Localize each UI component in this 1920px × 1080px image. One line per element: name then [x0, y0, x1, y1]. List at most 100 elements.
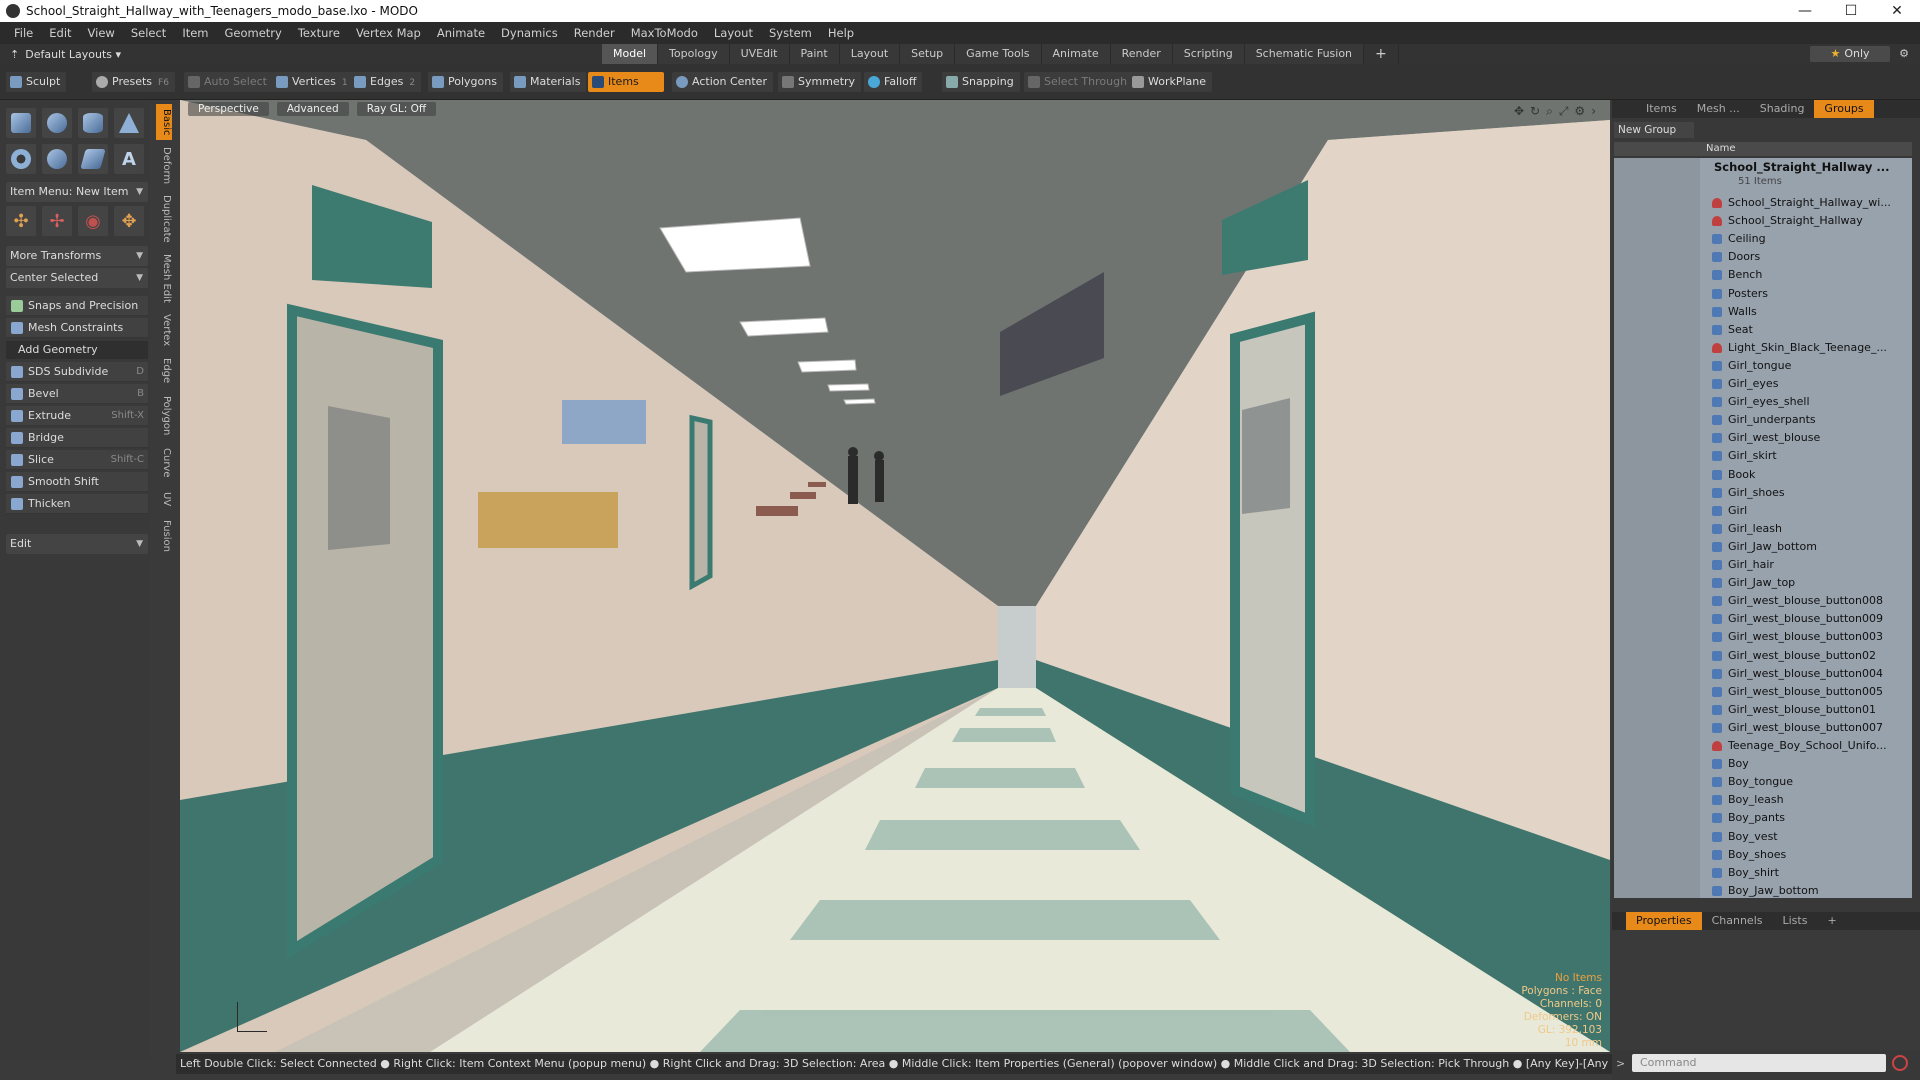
tree-item[interactable]: Ceiling — [1700, 230, 1912, 248]
tree-item[interactable]: Girl_eyes — [1700, 375, 1912, 393]
tree-item[interactable]: Girl_west_blouse_button01 — [1700, 701, 1912, 719]
tree-item[interactable]: Girl_west_blouse_button02 — [1700, 647, 1912, 665]
sidetab-edge[interactable]: Edge — [156, 354, 172, 388]
tree-item[interactable]: Boy_leash — [1700, 791, 1912, 809]
default-layouts-dropdown[interactable]: ⇡ Default Layouts ▾ — [10, 48, 150, 61]
tree-item[interactable]: Posters — [1700, 285, 1912, 303]
tree-item[interactable]: Walls — [1700, 303, 1912, 321]
auto-select-button[interactable]: Auto Select — [184, 72, 273, 92]
menu-select[interactable]: Select — [123, 26, 174, 40]
tab-animate[interactable]: Animate — [1041, 44, 1111, 64]
tree-item[interactable]: Girl_west_blouse_button007 — [1700, 719, 1912, 737]
sidetab-uv[interactable]: UV — [156, 486, 172, 512]
tree-item[interactable]: School_Straight_Hallway_wi... — [1700, 194, 1912, 212]
menu-item[interactable]: Item — [174, 26, 216, 40]
viewport-gear-icon[interactable]: ⚙ — [1574, 104, 1585, 119]
edges-button[interactable]: Edges 2 — [350, 72, 422, 92]
tree-item[interactable]: Girl_west_blouse_button008 — [1700, 592, 1912, 610]
tree-item[interactable]: School_Straight_Hallway — [1700, 212, 1912, 230]
tab-layout[interactable]: Layout — [839, 44, 901, 64]
add-tab-button[interactable]: + — [1364, 44, 1399, 64]
vertices-button[interactable]: Vertices 1 — [272, 72, 354, 92]
tree-root-group[interactable]: School_Straight_Hallway ... — [1700, 160, 1912, 174]
sds-subdivide-button[interactable]: SDS Subdivide D — [6, 362, 148, 382]
sidetab-deform[interactable]: Deform — [156, 144, 172, 188]
minimize-button[interactable]: — — [1782, 0, 1828, 22]
name-column-header[interactable]: Name — [1706, 142, 1736, 156]
item-menu-dropdown[interactable]: Item Menu: New Item ▼ — [6, 182, 148, 202]
tree-item[interactable]: Girl_west_blouse_button003 — [1700, 628, 1912, 646]
tree-item[interactable]: Girl_hair — [1700, 556, 1912, 574]
slice-button[interactable]: Slice Shift-C — [6, 450, 148, 470]
tree-item[interactable]: Girl_tongue — [1700, 357, 1912, 375]
sidetab-vertex[interactable]: Vertex — [156, 310, 172, 350]
tree-item[interactable]: Bench — [1700, 266, 1912, 284]
view-mode-dropdown[interactable]: Perspective — [188, 102, 269, 116]
menu-texture[interactable]: Texture — [290, 26, 348, 40]
presets-button[interactable]: Presets F6 — [92, 72, 175, 92]
tree-item[interactable]: Girl — [1700, 502, 1912, 520]
chevron-right-icon[interactable]: › — [1591, 104, 1596, 119]
tab-channels[interactable]: Channels — [1702, 912, 1773, 930]
menu-system[interactable]: System — [761, 26, 820, 40]
edit-dropdown[interactable]: Edit ▼ — [6, 534, 148, 554]
tree-item[interactable]: Seat — [1700, 321, 1912, 339]
menu-dynamics[interactable]: Dynamics — [493, 26, 566, 40]
tree-item[interactable]: Boy_shirt — [1700, 864, 1912, 882]
gear-icon[interactable]: ⚙ — [1896, 46, 1912, 62]
menu-render[interactable]: Render — [566, 26, 623, 40]
tree-item[interactable]: Girl_eyes_shell — [1700, 393, 1912, 411]
workplane-button[interactable]: WorkPlane — [1128, 72, 1213, 92]
select-through-button[interactable]: Select Through — [1024, 72, 1134, 92]
add-tab-button[interactable]: + — [1817, 912, 1846, 930]
tab-render[interactable]: Render — [1110, 44, 1173, 64]
advanced-shading-dropdown[interactable]: Advanced — [276, 102, 349, 116]
menu-edit[interactable]: Edit — [41, 26, 79, 40]
tree-item[interactable]: Book — [1700, 466, 1912, 484]
symmetry-button[interactable]: Symmetry — [778, 72, 862, 92]
tree-item[interactable]: Boy — [1700, 755, 1912, 773]
raygl-toggle[interactable]: Ray GL: Off — [356, 102, 437, 116]
close-button[interactable]: ✕ — [1874, 0, 1920, 22]
text-primitive-button[interactable]: A — [114, 144, 144, 174]
tree-item[interactable]: Doors — [1700, 248, 1912, 266]
sidetab-fusion[interactable]: Fusion — [156, 516, 172, 556]
maximize-button[interactable]: ☐ — [1828, 0, 1874, 22]
falloff-button[interactable]: Falloff — [864, 72, 923, 92]
transform-tool-button[interactable]: ✥ — [114, 206, 144, 236]
tree-item[interactable]: Girl_west_blouse_button009 — [1700, 610, 1912, 628]
pen-primitive-button[interactable] — [78, 144, 108, 174]
sidetab-mesh-edit[interactable]: Mesh Edit — [156, 250, 172, 306]
only-toggle[interactable]: ★ Only — [1810, 46, 1890, 62]
tab-shading[interactable]: Shading — [1750, 100, 1815, 118]
sculpt-button[interactable]: Sculpt — [6, 72, 67, 92]
action-center-button[interactable]: Action Center — [672, 72, 773, 92]
tab-uvedit[interactable]: UVEdit — [729, 44, 790, 64]
tab-topology[interactable]: Topology — [658, 44, 730, 64]
tree-item[interactable]: Boy_tongue — [1700, 773, 1912, 791]
tree-item[interactable]: Teenage_Boy_School_Unifo... — [1700, 737, 1912, 755]
smooth-shift-button[interactable]: Smooth Shift — [6, 472, 148, 492]
maximize-viewport-icon[interactable]: ⤢ — [1559, 104, 1569, 119]
pan-icon[interactable]: ✥ — [1514, 104, 1524, 119]
more-transforms-dropdown[interactable]: More Transforms ▼ — [6, 246, 148, 266]
tree-item[interactable]: Boy_vest — [1700, 828, 1912, 846]
tree-item[interactable]: Boy_Jaw_bottom — [1700, 882, 1912, 900]
menu-help[interactable]: Help — [820, 26, 862, 40]
tab-model[interactable]: Model — [602, 44, 659, 64]
sidetab-polygon[interactable]: Polygon — [156, 392, 172, 440]
add-geometry-header[interactable]: Add Geometry — [6, 341, 148, 359]
materials-button[interactable]: Materials — [510, 72, 587, 92]
sidetab-basic[interactable]: Basic — [156, 104, 172, 140]
tree-item[interactable]: Girl_west_blouse — [1700, 429, 1912, 447]
tab-schematic-fusion[interactable]: Schematic Fusion — [1244, 44, 1365, 64]
thicken-button[interactable]: Thicken — [6, 494, 148, 514]
tree-item[interactable]: Girl_shoes — [1700, 484, 1912, 502]
torus-primitive-button[interactable] — [6, 144, 36, 174]
tree-item[interactable]: Light_Skin_Black_Teenage_... — [1700, 339, 1912, 357]
rotate-tool-button[interactable]: ✢ — [42, 206, 72, 236]
menu-vertex-map[interactable]: Vertex Map — [348, 26, 429, 40]
menu-animate[interactable]: Animate — [429, 26, 493, 40]
tab-scripting[interactable]: Scripting — [1172, 44, 1245, 64]
menu-layout[interactable]: Layout — [706, 26, 761, 40]
